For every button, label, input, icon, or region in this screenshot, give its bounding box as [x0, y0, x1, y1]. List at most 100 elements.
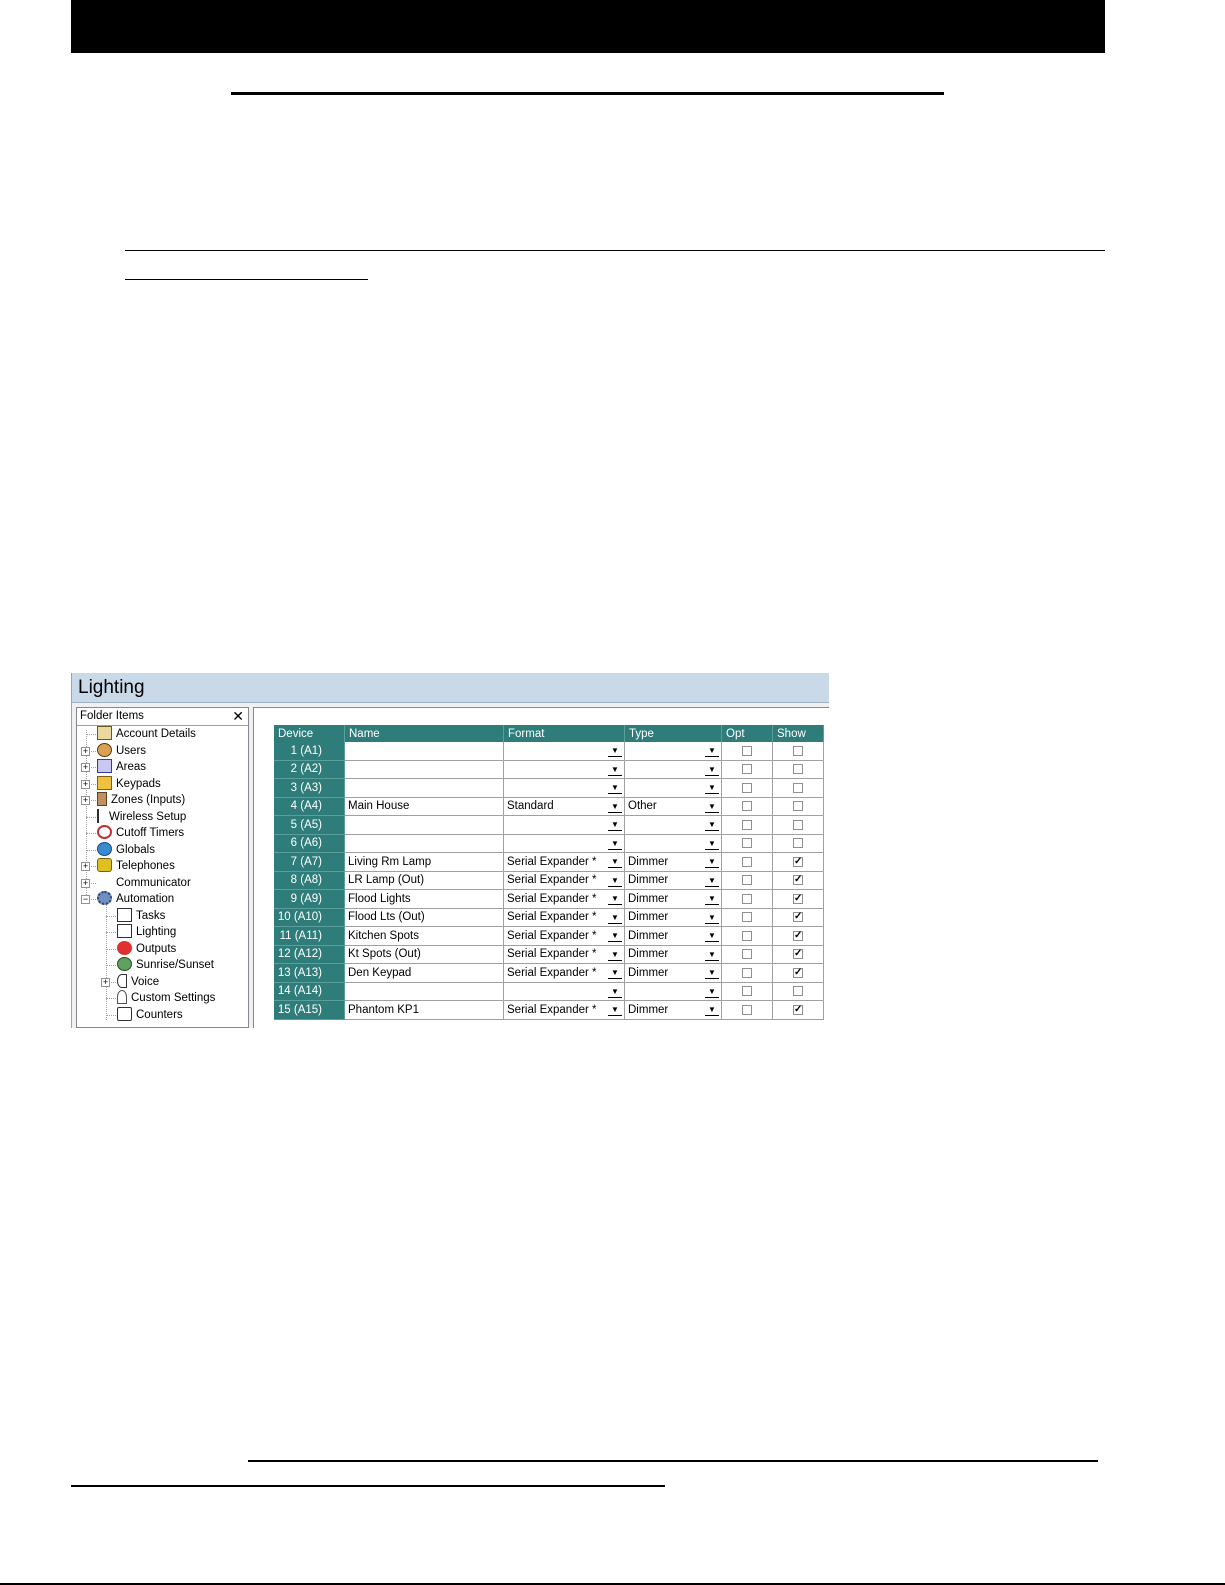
- chevron-down-icon[interactable]: ▼: [608, 875, 622, 887]
- opt-checkbox[interactable]: [742, 986, 752, 997]
- format-dropdown[interactable]: Serial Expander * ▼: [503, 908, 625, 927]
- chevron-down-icon[interactable]: ▼: [608, 819, 622, 831]
- format-dropdown[interactable]: ▼: [503, 742, 625, 761]
- format-dropdown[interactable]: Serial Expander * ▼: [503, 926, 625, 946]
- chevron-down-icon[interactable]: ▼: [705, 819, 719, 831]
- tree-item-outputs[interactable]: Outputs: [117, 940, 176, 958]
- opt-checkbox[interactable]: [742, 1004, 752, 1015]
- show-checkbox[interactable]: [793, 986, 803, 997]
- name-field[interactable]: Kt Spots (Out): [344, 945, 504, 964]
- opt-checkbox[interactable]: [742, 801, 752, 812]
- type-dropdown[interactable]: Dimmer ▼: [624, 908, 722, 927]
- format-dropdown[interactable]: ▼: [503, 834, 625, 853]
- opt-checkbox[interactable]: [742, 782, 752, 793]
- format-dropdown[interactable]: Serial Expander * ▼: [503, 871, 625, 890]
- type-dropdown[interactable]: Dimmer ▼: [624, 1000, 722, 1020]
- name-field[interactable]: Flood Lts (Out): [344, 908, 504, 927]
- expand-icon[interactable]: +: [81, 878, 90, 888]
- chevron-down-icon[interactable]: ▼: [608, 967, 622, 979]
- show-checkbox[interactable]: [793, 819, 803, 830]
- type-dropdown[interactable]: ▼: [624, 760, 722, 779]
- name-field[interactable]: [344, 982, 504, 1001]
- type-dropdown[interactable]: ▼: [624, 742, 722, 761]
- tree-item-custom-settings[interactable]: Custom Settings: [117, 990, 215, 1007]
- chevron-down-icon[interactable]: ▼: [705, 764, 719, 776]
- name-field[interactable]: Living Rm Lamp: [344, 852, 504, 872]
- show-checkbox[interactable]: [793, 838, 803, 849]
- type-dropdown[interactable]: Dimmer ▼: [624, 871, 722, 890]
- chevron-down-icon[interactable]: ▼: [608, 912, 622, 924]
- chevron-down-icon[interactable]: ▼: [608, 1004, 622, 1016]
- chevron-down-icon[interactable]: ▼: [705, 856, 719, 868]
- opt-checkbox[interactable]: [742, 949, 752, 960]
- show-checkbox[interactable]: ✓: [793, 856, 803, 867]
- show-checkbox[interactable]: ✓: [793, 949, 803, 960]
- tree-item-zones-inputs[interactable]: Zones (Inputs): [97, 792, 185, 809]
- type-dropdown[interactable]: ▼: [624, 778, 722, 798]
- chevron-down-icon[interactable]: ▼: [608, 893, 622, 905]
- name-field[interactable]: Den Keypad: [344, 963, 504, 983]
- format-dropdown[interactable]: Standard ▼: [503, 797, 625, 816]
- chevron-down-icon[interactable]: ▼: [705, 967, 719, 979]
- tree-item-tasks[interactable]: Tasks: [117, 907, 165, 925]
- opt-checkbox[interactable]: [742, 893, 752, 904]
- opt-checkbox[interactable]: [742, 856, 752, 867]
- chevron-down-icon[interactable]: ▼: [608, 745, 622, 757]
- format-dropdown[interactable]: Serial Expander * ▼: [503, 945, 625, 964]
- expand-icon[interactable]: +: [81, 746, 90, 756]
- opt-checkbox[interactable]: [742, 764, 752, 775]
- format-dropdown[interactable]: ▼: [503, 778, 625, 798]
- chevron-down-icon[interactable]: ▼: [608, 986, 622, 998]
- tree-item-account-details[interactable]: Account Details: [97, 726, 196, 743]
- name-field[interactable]: [344, 834, 504, 853]
- type-dropdown[interactable]: Dimmer ▼: [624, 852, 722, 872]
- chevron-down-icon[interactable]: ▼: [608, 782, 622, 794]
- expand-icon[interactable]: +: [81, 796, 90, 805]
- tree-item-areas[interactable]: Areas: [97, 759, 146, 776]
- opt-checkbox[interactable]: [742, 745, 752, 756]
- tree-item-counters[interactable]: Counters: [117, 1006, 183, 1024]
- opt-checkbox[interactable]: [742, 838, 752, 849]
- show-checkbox[interactable]: ✓: [793, 1004, 803, 1015]
- type-dropdown[interactable]: ▼: [624, 815, 722, 835]
- chevron-down-icon[interactable]: ▼: [608, 949, 622, 961]
- name-field[interactable]: Flood Lights: [344, 889, 504, 909]
- column-header-show[interactable]: Show: [772, 725, 824, 742]
- chevron-down-icon[interactable]: ▼: [705, 745, 719, 757]
- name-field[interactable]: Phantom KP1: [344, 1000, 504, 1020]
- name-field[interactable]: [344, 760, 504, 779]
- column-header-format[interactable]: Format: [503, 725, 625, 742]
- name-field[interactable]: LR Lamp (Out): [344, 871, 504, 890]
- type-dropdown[interactable]: ▼: [624, 982, 722, 1001]
- format-dropdown[interactable]: ▼: [503, 815, 625, 835]
- show-checkbox[interactable]: [793, 782, 803, 793]
- tree-item-communicator[interactable]: Communicator: [97, 875, 191, 892]
- show-checkbox[interactable]: [793, 745, 803, 756]
- tree-item-automation[interactable]: Automation: [97, 891, 174, 908]
- type-dropdown[interactable]: Dimmer ▼: [624, 926, 722, 946]
- chevron-down-icon[interactable]: ▼: [705, 949, 719, 961]
- tree-item-telephones[interactable]: Telephones: [97, 858, 175, 875]
- type-dropdown[interactable]: Dimmer ▼: [624, 945, 722, 964]
- format-dropdown[interactable]: Serial Expander * ▼: [503, 1000, 625, 1020]
- show-checkbox[interactable]: ✓: [793, 967, 803, 978]
- format-dropdown[interactable]: ▼: [503, 982, 625, 1001]
- close-icon[interactable]: ✕: [232, 708, 244, 724]
- column-header-type[interactable]: Type: [624, 725, 722, 742]
- tree-item-globals[interactable]: Globals: [97, 841, 155, 859]
- chevron-down-icon[interactable]: ▼: [608, 801, 622, 813]
- show-checkbox[interactable]: ✓: [793, 930, 803, 941]
- column-header-opt[interactable]: Opt: [721, 725, 773, 742]
- name-field[interactable]: [344, 815, 504, 835]
- name-field[interactable]: [344, 742, 504, 761]
- show-checkbox[interactable]: [793, 764, 803, 775]
- type-dropdown[interactable]: Dimmer ▼: [624, 963, 722, 983]
- tree-item-lighting[interactable]: Lighting: [117, 924, 176, 941]
- chevron-down-icon[interactable]: ▼: [608, 930, 622, 942]
- opt-checkbox[interactable]: [742, 819, 752, 830]
- chevron-down-icon[interactable]: ▼: [705, 986, 719, 998]
- chevron-down-icon[interactable]: ▼: [705, 912, 719, 924]
- expand-icon[interactable]: +: [101, 977, 110, 987]
- column-header-device[interactable]: Device: [274, 725, 345, 742]
- opt-checkbox[interactable]: [742, 967, 752, 978]
